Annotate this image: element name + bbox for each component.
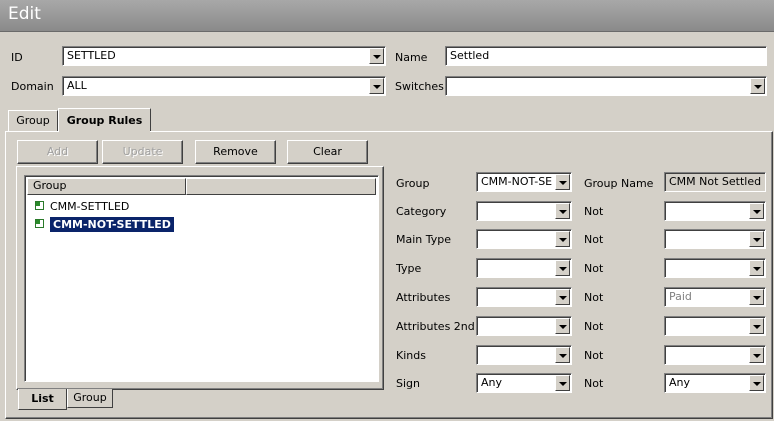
category-label: Category	[396, 205, 447, 218]
sign-label: Sign	[396, 377, 420, 390]
id-label: ID	[11, 51, 23, 64]
chevron-down-icon[interactable]	[749, 289, 764, 305]
chevron-down-icon[interactable]	[749, 318, 764, 334]
attributes-2nd-not-label: Not	[584, 320, 604, 333]
main-type-dropdown[interactable]	[476, 229, 572, 249]
kinds-label: Kinds	[396, 349, 426, 362]
group-name-value: CMM Not Settled	[669, 175, 762, 188]
attributes-2nd-dropdown[interactable]	[476, 316, 572, 336]
sign-not-label: Not	[584, 377, 604, 390]
remove-button[interactable]: Remove	[195, 140, 276, 164]
category-dropdown[interactable]	[476, 201, 572, 221]
chevron-down-icon[interactable]	[555, 375, 570, 391]
chevron-down-icon[interactable]	[555, 318, 570, 334]
domain-value: ALL	[67, 79, 87, 92]
chevron-down-icon[interactable]	[749, 260, 764, 276]
sign-not-dropdown[interactable]: Any	[664, 373, 766, 393]
main-type-label: Main Type	[396, 233, 452, 246]
main-type-not-label: Not	[584, 233, 604, 246]
attributes-dropdown[interactable]	[476, 287, 572, 307]
attributes-not-value: Paid	[669, 290, 692, 303]
id-dropdown[interactable]: SETTLED	[62, 46, 386, 66]
window-title: Edit	[8, 4, 41, 24]
attributes-not-label: Not	[584, 291, 604, 304]
tab-group[interactable]: Group	[8, 110, 58, 131]
chevron-down-icon[interactable]	[369, 78, 384, 94]
title-bar: Edit	[0, 0, 774, 32]
tab-group-bottom[interactable]: Group	[67, 389, 113, 408]
name-label: Name	[395, 51, 428, 64]
main-type-not-dropdown[interactable]	[664, 229, 766, 249]
chevron-down-icon[interactable]	[749, 231, 764, 247]
name-value: Settled	[450, 49, 490, 62]
sign-value: Any	[481, 376, 503, 389]
column-header-blank[interactable]	[186, 178, 376, 195]
group-name-label: Group Name	[584, 177, 654, 190]
sign-not-value: Any	[669, 376, 691, 389]
group-dropdown[interactable]: CMM-NOT-SE	[476, 172, 572, 192]
type-not-dropdown[interactable]	[664, 258, 766, 278]
switches-dropdown[interactable]	[445, 76, 767, 96]
chevron-down-icon[interactable]	[555, 260, 570, 276]
domain-label: Domain	[11, 80, 54, 93]
group-node-icon	[35, 219, 44, 228]
type-label: Type	[396, 262, 422, 275]
group-value: CMM-NOT-SE	[481, 175, 553, 188]
attributes-2nd-not-dropdown[interactable]	[664, 316, 766, 336]
list-item[interactable]: CMM-NOT-SETTLED	[33, 217, 174, 233]
category-not-dropdown[interactable]	[664, 201, 766, 221]
id-value: SETTLED	[67, 49, 116, 62]
chevron-down-icon[interactable]	[749, 347, 764, 363]
name-field[interactable]: Settled	[445, 46, 767, 66]
chevron-down-icon[interactable]	[750, 78, 765, 94]
kinds-dropdown[interactable]	[476, 345, 572, 365]
chevron-down-icon[interactable]	[749, 203, 764, 219]
attributes-label: Attributes	[396, 291, 451, 304]
chevron-down-icon[interactable]	[555, 231, 570, 247]
chevron-down-icon[interactable]	[555, 289, 570, 305]
active-tab-joiner	[59, 130, 150, 133]
column-header-group[interactable]: Group	[27, 178, 186, 195]
group-list[interactable]: Group CMM-SETTLED CMM-NOT-SETTLED	[24, 175, 379, 382]
sign-dropdown[interactable]: Any	[476, 373, 572, 393]
chevron-down-icon[interactable]	[555, 347, 570, 363]
add-button[interactable]: Add	[17, 140, 98, 164]
group-node-icon	[35, 201, 44, 210]
attributes-2nd-label: Attributes 2nd	[396, 320, 475, 333]
chevron-down-icon[interactable]	[369, 48, 384, 64]
update-button[interactable]: Update	[102, 140, 183, 164]
type-not-label: Not	[584, 262, 604, 275]
tab-group-rules[interactable]: Group Rules	[58, 108, 151, 132]
switches-label: Switches	[395, 80, 444, 93]
type-dropdown[interactable]	[476, 258, 572, 278]
list-item-label: CMM-SETTLED	[50, 200, 130, 213]
clear-button[interactable]: Clear	[287, 140, 368, 164]
tab-list[interactable]: List	[18, 389, 67, 410]
group-name-field: CMM Not Settled	[664, 172, 766, 192]
list-item-label: CMM-NOT-SETTLED	[50, 217, 174, 232]
kinds-not-label: Not	[584, 349, 604, 362]
chevron-down-icon[interactable]	[555, 174, 570, 190]
chevron-down-icon[interactable]	[555, 203, 570, 219]
category-not-label: Not	[584, 205, 604, 218]
chevron-down-icon[interactable]	[749, 375, 764, 391]
domain-dropdown[interactable]: ALL	[62, 76, 386, 96]
group-label: Group	[396, 177, 430, 190]
list-item[interactable]: CMM-SETTLED	[33, 199, 129, 215]
attributes-not-dropdown[interactable]: Paid	[664, 287, 766, 307]
kinds-not-dropdown[interactable]	[664, 345, 766, 365]
